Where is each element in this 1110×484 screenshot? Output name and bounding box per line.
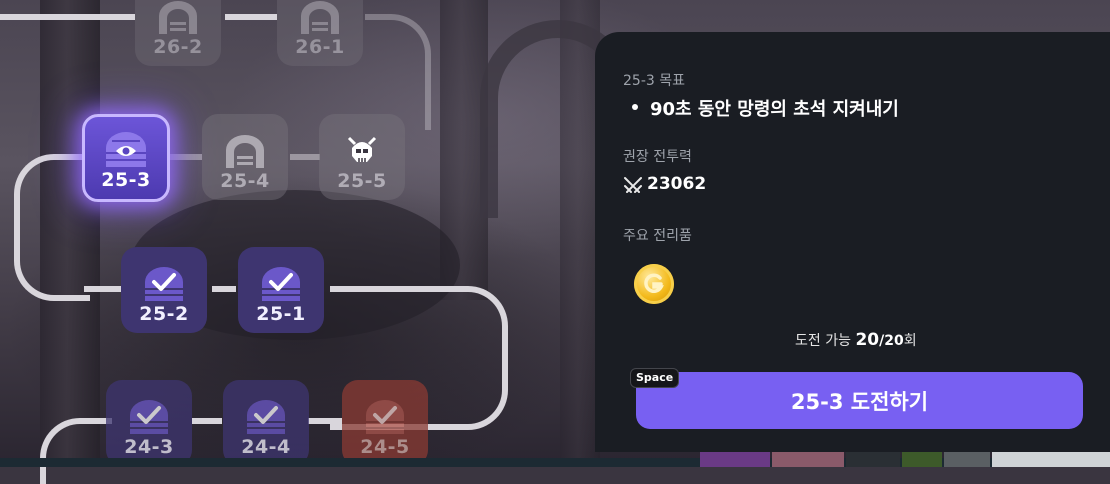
attempts-remaining: 도전 가능 20/20회 — [795, 330, 917, 350]
path-line — [212, 286, 236, 292]
coin-emblem — [644, 273, 664, 293]
path-line — [308, 418, 342, 424]
gate-check-icon — [145, 267, 183, 301]
skull-icon — [347, 136, 377, 162]
path-line — [290, 154, 320, 160]
gate-check-icon — [130, 400, 168, 434]
path-line — [192, 418, 222, 424]
stage-label: 24-4 — [241, 436, 291, 458]
space-hotkey-badge: Space — [630, 368, 680, 388]
gate-check-icon — [262, 267, 300, 301]
start-challenge-button[interactable]: 25-3 도전하기 — [636, 372, 1083, 429]
stage-node-25-5[interactable]: 25-5 — [319, 114, 405, 200]
taskbar-thumbnail[interactable] — [992, 452, 1110, 467]
stage-label: 26-2 — [153, 36, 203, 58]
path-line — [84, 286, 121, 292]
gate-check-icon — [247, 400, 285, 434]
objective-title: 25-3 목표 — [623, 73, 685, 89]
gate-icon — [226, 135, 264, 168]
path-line — [170, 154, 202, 160]
attempts-unit: 회 — [903, 333, 917, 349]
stage-node-25-2[interactable]: 25-2 — [121, 247, 207, 333]
stage-info-panel: 25-3 목표 90초 동안 망령의 초석 지켜내기 권장 전투력 23062 … — [595, 32, 1110, 452]
gold-coin-icon[interactable] — [634, 264, 674, 304]
path-line — [225, 14, 277, 20]
taskbar-thumbnail[interactable] — [772, 452, 844, 467]
taskbar-thumbnail[interactable] — [944, 452, 990, 467]
stage-node-26-2[interactable]: 26-2 — [135, 0, 221, 66]
stage-label: 24-5 — [360, 436, 410, 458]
stage-label: 24-3 — [124, 436, 174, 458]
crossed-swords-icon — [624, 177, 642, 193]
attempts-current: 20 — [855, 330, 880, 350]
objective-text: 90초 동안 망령의 초석 지켜내기 — [650, 99, 899, 120]
stage-label: 25-4 — [220, 170, 270, 192]
attempts-max: /20 — [879, 333, 904, 349]
taskbar-thumbnail[interactable] — [902, 452, 942, 467]
loot-label: 주요 전리품 — [623, 228, 692, 244]
stage-label: 25-5 — [337, 170, 387, 192]
stage-node-25-4[interactable]: 25-4 — [202, 114, 288, 200]
gate-icon — [301, 1, 339, 34]
stage-label: 25-3 — [101, 169, 151, 191]
path-line — [365, 14, 431, 130]
taskbar-thumbnail[interactable] — [846, 452, 900, 467]
stage-node-24-3[interactable]: 24-3 — [106, 380, 192, 466]
path-line — [14, 154, 90, 301]
stage-node-25-3[interactable]: 25-3 — [82, 114, 170, 202]
stage-node-26-1[interactable]: 26-1 — [277, 0, 363, 66]
stage-label: 25-2 — [139, 303, 189, 325]
power-label: 권장 전투력 — [623, 149, 692, 165]
stage-node-24-5[interactable]: 24-5 — [342, 380, 428, 466]
stage-label: 25-1 — [256, 303, 306, 325]
gate-icon — [159, 1, 197, 34]
power-value: 23062 — [647, 174, 707, 194]
stage-node-25-1[interactable]: 25-1 — [238, 247, 324, 333]
stage-node-24-4[interactable]: 24-4 — [223, 380, 309, 466]
gate-eye-icon — [106, 132, 146, 167]
bullet-icon — [632, 104, 638, 110]
gate-check-icon — [366, 400, 404, 434]
attempts-label: 도전 가능 — [795, 333, 851, 349]
stage-label: 26-1 — [295, 36, 345, 58]
taskbar-thumbnail[interactable] — [700, 452, 770, 467]
path-line — [0, 14, 135, 20]
